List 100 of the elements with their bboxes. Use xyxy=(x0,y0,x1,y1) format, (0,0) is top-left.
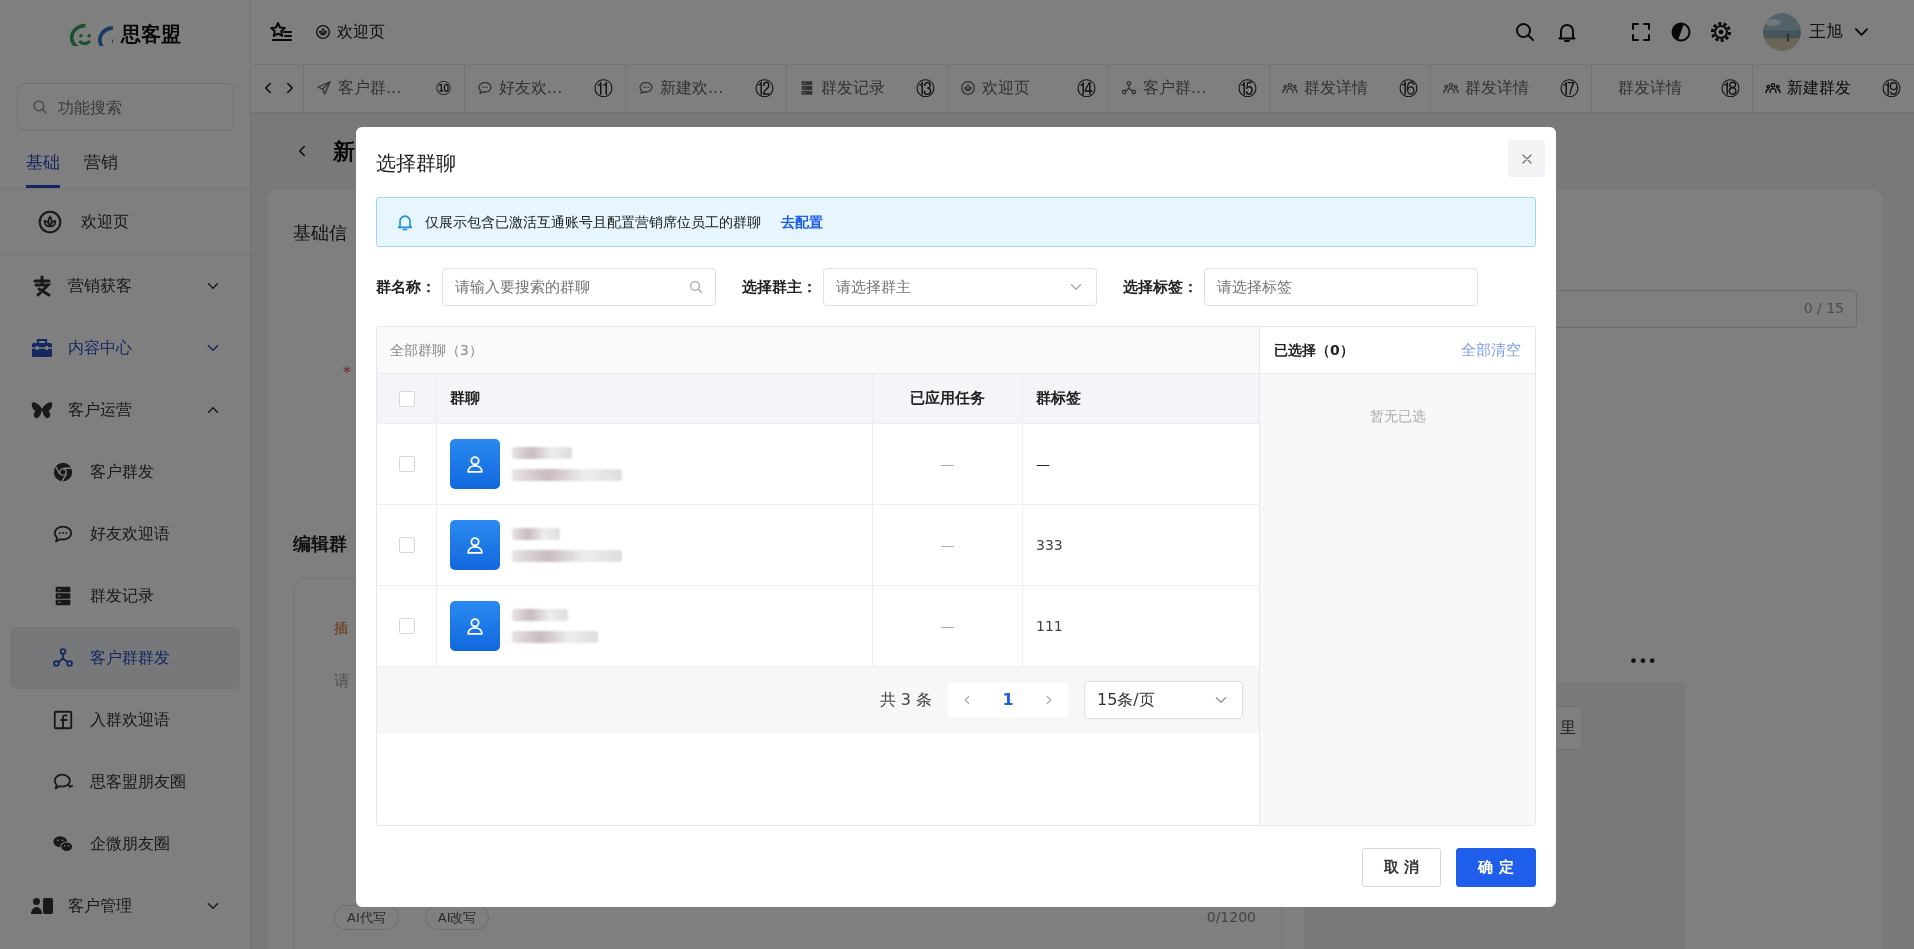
menu-item[interactable]: 客户管理 xyxy=(0,875,250,937)
page-tab[interactable]: 新建欢... ⑫ xyxy=(625,64,786,112)
configure-link[interactable]: 去配置 xyxy=(781,211,823,233)
chat-icon xyxy=(638,80,654,97)
table-cell-text: 111 xyxy=(1035,616,1064,636)
tab-number: ⑱ xyxy=(1721,76,1740,101)
column-header: 群聊 xyxy=(437,374,873,423)
section-title: 编辑群 xyxy=(293,531,347,556)
cancel-button[interactable]: 取 消 xyxy=(1362,848,1441,887)
tab-number: ⑪ xyxy=(594,76,613,101)
page-tab[interactable]: 客户群... ⑮ xyxy=(1108,64,1269,112)
page-tab[interactable]: 群发详情 ⑰ xyxy=(1430,64,1591,112)
tab-number: ⑮ xyxy=(1238,76,1257,101)
select-field[interactable]: 请选择群主 xyxy=(823,268,1097,306)
page-size-select[interactable]: 15条/页 xyxy=(1084,681,1243,719)
total-count: 共 3 条 xyxy=(879,689,932,711)
lotus-icon xyxy=(37,208,63,235)
toolbox-icon xyxy=(30,336,54,360)
page-tab[interactable]: 客户群... ⑩ xyxy=(303,64,464,112)
tab-number: ⑰ xyxy=(1560,76,1579,101)
server-icon xyxy=(799,80,815,97)
required-mark: * xyxy=(343,362,351,383)
table-cell: — xyxy=(873,586,1023,666)
section-title: 基础信 xyxy=(293,220,347,245)
tab-number: ⑬ xyxy=(916,76,935,101)
dialog-title: 选择群聊 xyxy=(376,150,456,177)
search-icon xyxy=(688,279,704,295)
filter-label: 选择标签： xyxy=(1123,276,1198,298)
menu-item[interactable]: 思客盟朋友圈 xyxy=(10,751,240,813)
checkbox[interactable] xyxy=(398,390,415,407)
menu-item[interactable]: 客户群发 xyxy=(10,441,240,503)
person-icon xyxy=(464,615,486,637)
bell-icon xyxy=(395,212,415,232)
tab-number: ⑯ xyxy=(1399,76,1418,101)
settings-button[interactable] xyxy=(1709,19,1733,44)
send-icon xyxy=(316,80,332,97)
person-icon xyxy=(464,534,486,556)
menu-tab[interactable]: 营销 xyxy=(84,149,118,188)
star-list-button[interactable] xyxy=(269,19,293,44)
settings-icon xyxy=(1709,19,1733,44)
table-cell: — xyxy=(873,424,1023,504)
chevron-down-icon xyxy=(1855,27,1868,36)
facebook-icon xyxy=(52,709,74,731)
checkbox[interactable] xyxy=(398,618,415,634)
checkbox[interactable] xyxy=(398,537,415,553)
ai-button[interactable]: AI代写 xyxy=(334,904,399,931)
chat-icon xyxy=(52,523,74,545)
page-tab[interactable]: 群发记录 ⑬ xyxy=(786,64,947,112)
browser-icon xyxy=(52,461,74,483)
menu-item[interactable]: 客户群群发 xyxy=(10,627,240,689)
search-field[interactable]: 请输入要搜索的群聊 xyxy=(442,268,716,306)
more-icon[interactable]: ••• xyxy=(1628,649,1657,674)
menu-item[interactable]: 欢迎页 xyxy=(0,189,250,255)
tab-number: ⑫ xyxy=(755,76,774,101)
logo-icon xyxy=(69,22,113,46)
page-title: 新 xyxy=(333,137,355,166)
lotus-icon xyxy=(315,23,331,40)
page-tab[interactable]: 好友欢... ⑪ xyxy=(464,64,625,112)
tab-number: ⑩ xyxy=(434,76,452,101)
menu-item[interactable]: 群发记录 xyxy=(10,565,240,627)
logo-text: 思客盟 xyxy=(121,21,181,48)
chat-icon xyxy=(477,80,493,97)
page-tab[interactable]: 欢迎页 ⑭ xyxy=(947,64,1108,112)
column-header: 群标签 xyxy=(1035,388,1082,410)
empty-text: 暂无已选 xyxy=(1368,407,1427,426)
clear-all-link[interactable]: 全部清空 xyxy=(1461,338,1521,362)
confirm-button[interactable]: 确 定 xyxy=(1456,848,1536,887)
list-title: 全部群聊（3） xyxy=(377,327,1259,374)
menu-item[interactable]: 好友欢迎语 xyxy=(10,503,240,565)
notice-text: 仅展示包含已激活互通账号且配置营销席位员工的群聊 xyxy=(425,212,761,232)
user-name[interactable]: 王旭 xyxy=(1809,19,1843,45)
input-field[interactable]: 请选择标签 xyxy=(1204,268,1478,306)
selected-title: 已选择（0） xyxy=(1274,340,1354,360)
menu-item[interactable]: 营销获客 xyxy=(0,255,250,317)
table-cell-text: 333 xyxy=(1035,535,1064,555)
person-icon xyxy=(464,453,486,475)
table-cell: — xyxy=(873,505,1023,585)
tab-number: ⑲ xyxy=(1882,76,1901,101)
breadcrumb-link[interactable]: 欢迎页 xyxy=(337,19,385,44)
search-icon xyxy=(31,98,49,116)
lotus-icon xyxy=(960,80,976,97)
menu-item[interactable]: 企微朋友圈 xyxy=(10,813,240,875)
nodes-icon xyxy=(52,647,74,669)
filter-label: 群名称： xyxy=(376,276,436,298)
insert-link[interactable]: 插 xyxy=(334,617,348,639)
menu-item[interactable]: 客户运营 xyxy=(0,379,250,441)
tab-number: ⑭ xyxy=(1077,76,1096,101)
nodes-icon xyxy=(1121,80,1137,97)
column-header: 已应用任务 xyxy=(873,374,1023,423)
search-field[interactable]: 功能搜索 xyxy=(17,83,234,131)
checkbox[interactable] xyxy=(398,456,415,472)
star-list-icon xyxy=(269,19,293,44)
menu-item[interactable]: 内容中心 xyxy=(0,317,250,379)
menu-item[interactable]: 入群欢迎语 xyxy=(10,689,240,751)
user-menu-button[interactable] xyxy=(1855,27,1868,36)
filter-label: 选择群主： xyxy=(742,276,817,298)
char-counter: 0/1200 xyxy=(1206,907,1256,927)
table-cell-text: — xyxy=(1035,454,1051,474)
page-tab[interactable]: 群发详情 ⑯ xyxy=(1269,64,1430,112)
menu-tab[interactable]: 基础 xyxy=(26,149,60,188)
